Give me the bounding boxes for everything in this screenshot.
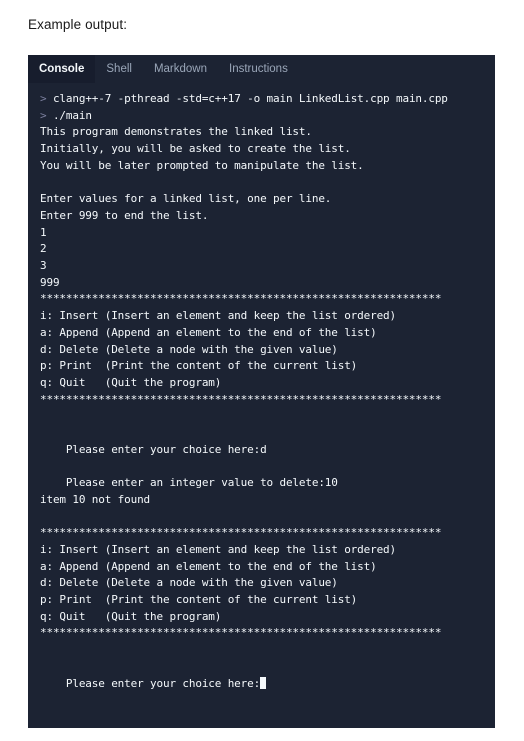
tab-console[interactable]: Console (28, 55, 96, 83)
console-output-line: 2 (28, 241, 495, 258)
console-separator-line: ****************************************… (28, 625, 495, 642)
output-text: a: Append (Append an element to the end … (40, 559, 377, 573)
console-separator-line: ****************************************… (28, 392, 495, 409)
console-separator-line: ****************************************… (28, 525, 495, 542)
output-text: a: Append (Append an element to the end … (40, 325, 377, 339)
console-output-line: q: Quit (Quit the program) (28, 375, 495, 392)
console-output-line: Please enter your choice here:d (28, 442, 495, 459)
output-text: i: Insert (Insert an element and keep th… (40, 309, 396, 323)
separator-text: ****************************************… (40, 392, 442, 406)
tab-shell[interactable]: Shell (95, 55, 143, 83)
output-text: Enter 999 to end the list. (40, 208, 209, 222)
output-text: p: Print (Print the content of the curre… (40, 593, 358, 607)
console-output-line: 1 (28, 225, 495, 242)
console-output-line: 999 (28, 275, 495, 292)
console-command-line: > ./main (28, 108, 495, 125)
console-output-line: d: Delete (Delete a node with the given … (28, 575, 495, 592)
console-output-line: Initially, you will be asked to create t… (28, 141, 495, 158)
tab-label: Instructions (229, 63, 288, 75)
output-text: i: Insert (Insert an element and keep th… (40, 542, 396, 556)
console-output-line: item 10 not found (28, 492, 495, 509)
console-output-line: i: Insert (Insert an element and keep th… (28, 542, 495, 559)
output-text: Enter values for a linked list, one per … (40, 192, 332, 206)
output-text: Please enter an integer value to delete:… (40, 476, 338, 490)
page-title: Example output: (28, 17, 128, 32)
console-output-line: Enter 999 to end the list. (28, 208, 495, 225)
console-output-line: Please enter an integer value to delete:… (28, 475, 495, 492)
output-text: 3 (40, 259, 47, 273)
console-output-line: p: Print (Print the content of the curre… (28, 592, 495, 609)
console-output[interactable]: > clang++-7 -pthread -std=c++17 -o main … (28, 83, 495, 692)
tab-label: Markdown (153, 63, 208, 75)
command-text: ./main (46, 108, 92, 122)
console-input-prompt-line: Please enter your choice here: (28, 676, 495, 693)
output-text: item 10 not found (40, 492, 151, 506)
tab-markdown[interactable]: Markdown (143, 55, 218, 83)
separator-text: ****************************************… (40, 626, 442, 640)
output-text: q: Quit (Quit the program) (40, 609, 222, 623)
console-output-line: q: Quit (Quit the program) (28, 609, 495, 626)
output-text: p: Print (Print the content of the curre… (40, 359, 358, 373)
output-text: This program demonstrates the linked lis… (40, 125, 312, 139)
output-text: 999 (40, 275, 60, 289)
console-output-line: You will be later prompted to manipulate… (28, 158, 495, 175)
output-text: You will be later prompted to manipulate… (40, 158, 364, 172)
console-tab-bar: Console Shell Markdown Instructions (28, 55, 495, 83)
output-text: Initially, you will be asked to create t… (40, 142, 351, 156)
console-output-line: a: Append (Append an element to the end … (28, 559, 495, 576)
tab-label: Shell (106, 63, 132, 75)
prompt-text: Please enter your choice here: (40, 676, 261, 690)
console-output-line: d: Delete (Delete a node with the given … (28, 342, 495, 359)
output-text: d: Delete (Delete a node with the given … (40, 342, 338, 356)
separator-text: ****************************************… (40, 292, 442, 306)
text-cursor (260, 676, 267, 689)
console-output-line: This program demonstrates the linked lis… (28, 124, 495, 141)
console-output-line: a: Append (Append an element to the end … (28, 325, 495, 342)
console-output-line: i: Insert (Insert an element and keep th… (28, 308, 495, 325)
tab-label: Console (39, 63, 85, 75)
output-text: Please enter your choice here:d (40, 442, 267, 456)
console-output-line: 3 (28, 258, 495, 275)
output-text: 2 (40, 242, 47, 256)
tab-instructions[interactable]: Instructions (218, 55, 299, 83)
separator-text: ****************************************… (40, 526, 442, 540)
command-text: clang++-7 -pthread -std=c++17 -o main Li… (46, 92, 448, 105)
console-command-line: > clang++-7 -pthread -std=c++17 -o main … (28, 91, 495, 108)
output-text: d: Delete (Delete a node with the given … (40, 576, 338, 590)
output-text: q: Quit (Quit the program) (40, 375, 222, 389)
console-output-line: p: Print (Print the content of the curre… (28, 358, 495, 375)
console-separator-line: ****************************************… (28, 291, 495, 308)
console-output-line: Enter values for a linked list, one per … (28, 191, 495, 208)
console-panel: Console Shell Markdown Instructions > clang… (28, 55, 495, 728)
output-text: 1 (40, 225, 47, 239)
